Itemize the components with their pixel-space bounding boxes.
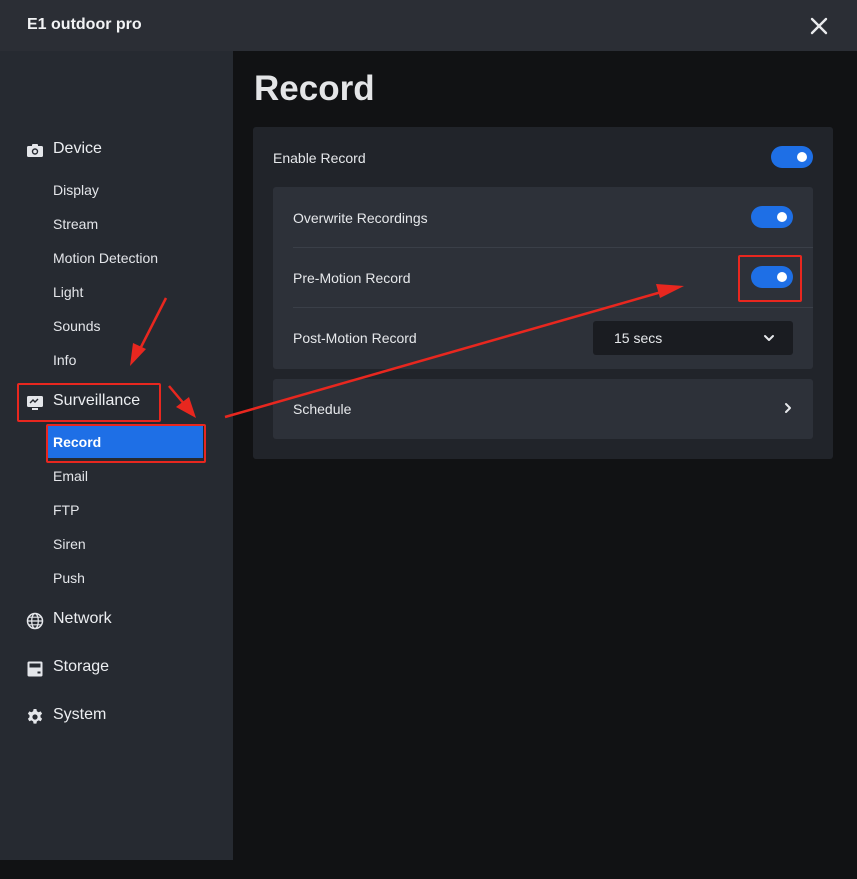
window-title: E1 outdoor pro — [27, 16, 142, 33]
overwrite-recordings-toggle[interactable] — [751, 206, 793, 228]
page-title: Record — [254, 69, 375, 108]
post-motion-record-label: Post-Motion Record — [293, 330, 417, 346]
sidebar-item-stream[interactable]: Stream — [53, 216, 98, 238]
enable-record-label: Enable Record — [273, 150, 366, 166]
overwrite-recordings-label: Overwrite Recordings — [293, 210, 428, 226]
sidebar-item-label: Record — [53, 434, 102, 450]
sidebar-item-sounds[interactable]: Sounds — [53, 318, 100, 340]
title-bar: E1 outdoor pro — [0, 0, 857, 51]
sidebar-item-push[interactable]: Push — [53, 570, 85, 592]
toggle-knob — [777, 272, 787, 282]
toggle-knob — [797, 152, 807, 162]
sidebar-section-label: Device — [53, 140, 102, 157]
record-settings-card: Enable Record Overwrite Recordings Pre-M… — [253, 127, 833, 459]
storage-icon — [27, 661, 43, 677]
sidebar-section-surveillance[interactable]: Surveillance — [0, 386, 233, 418]
sidebar-item-siren[interactable]: Siren — [53, 536, 86, 558]
divider — [293, 307, 813, 308]
post-motion-record-select[interactable]: 15 secs — [593, 321, 793, 355]
sidebar-section-label: Network — [53, 610, 112, 627]
sidebar-section-system[interactable]: System — [0, 700, 233, 732]
sidebar: Device Display Stream Motion Detection L… — [0, 51, 233, 860]
sidebar-item-display[interactable]: Display — [53, 182, 99, 204]
record-options-group: Overwrite Recordings Pre-Motion Record P… — [273, 187, 813, 369]
sidebar-item-info[interactable]: Info — [53, 352, 76, 374]
sidebar-section-device[interactable]: Device — [0, 134, 233, 166]
globe-icon — [26, 612, 44, 630]
chevron-down-icon — [764, 335, 774, 341]
chevron-right-icon — [785, 403, 791, 413]
sidebar-section-label: System — [53, 706, 107, 723]
camera-icon — [27, 144, 43, 157]
sidebar-section-network[interactable]: Network — [0, 604, 233, 636]
monitor-icon — [27, 396, 43, 410]
sidebar-item-light[interactable]: Light — [53, 284, 83, 306]
close-button[interactable] — [804, 11, 834, 41]
sidebar-section-label: Storage — [53, 658, 110, 675]
pre-motion-record-toggle[interactable] — [751, 266, 793, 288]
sidebar-section-storage[interactable]: Storage — [0, 652, 233, 684]
sidebar-item-motion-detection[interactable]: Motion Detection — [53, 250, 158, 272]
toggle-knob — [777, 212, 787, 222]
divider — [293, 247, 813, 248]
sidebar-section-label: Surveillance — [53, 392, 141, 409]
sidebar-item-email[interactable]: Email — [53, 468, 88, 490]
main-content: Record Enable Record Overwrite Recording… — [233, 51, 857, 860]
select-value: 15 secs — [614, 330, 663, 346]
pre-motion-record-label: Pre-Motion Record — [293, 270, 411, 286]
settings-window: E1 outdoor pro Device Display Stream Mot… — [0, 0, 857, 860]
schedule-row[interactable]: Schedule — [273, 379, 813, 439]
sidebar-item-record[interactable]: Record — [48, 426, 203, 458]
close-icon — [810, 17, 828, 35]
sidebar-item-ftp[interactable]: FTP — [53, 502, 79, 524]
enable-record-toggle[interactable] — [771, 146, 813, 168]
schedule-label: Schedule — [293, 401, 352, 417]
gear-icon — [27, 709, 43, 724]
